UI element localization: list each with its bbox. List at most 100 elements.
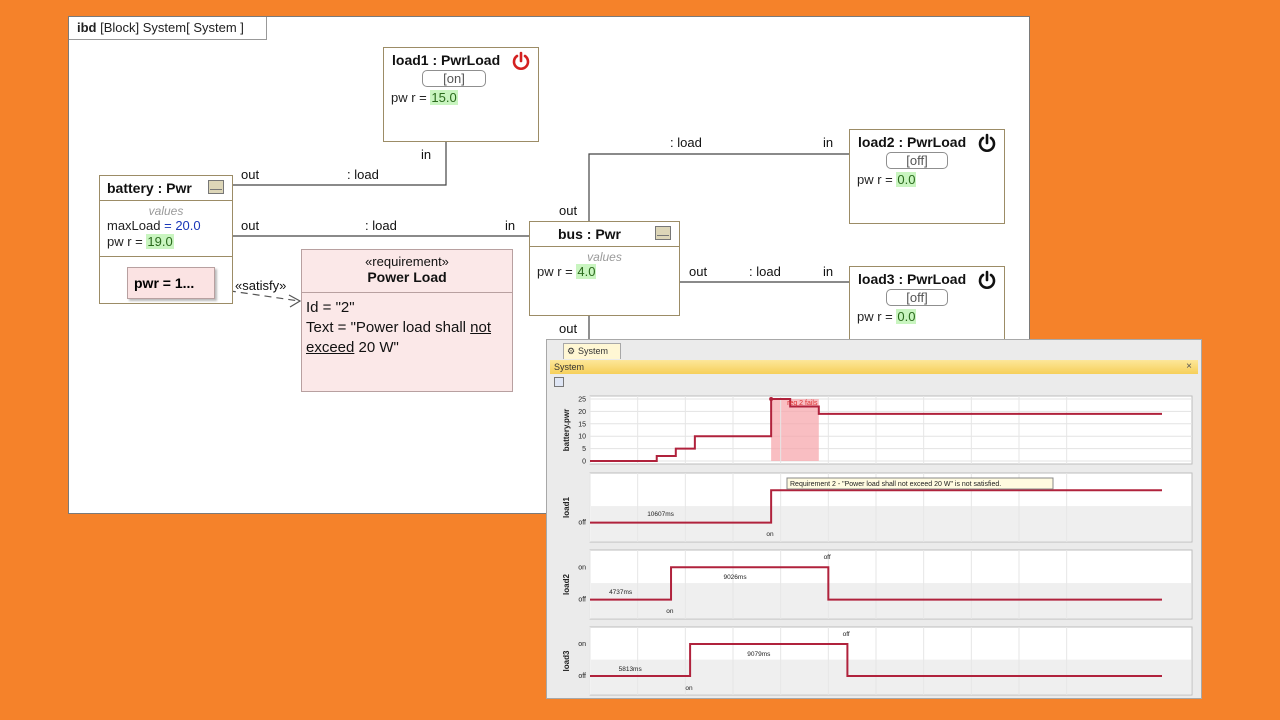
- block-battery-maxload-eq: =: [160, 218, 176, 233]
- port-label-load3-in: in: [823, 264, 834, 279]
- block-battery-pwr-prop: pw r: [107, 234, 132, 249]
- y-tick-label: 5: [582, 446, 586, 453]
- connector-label-load-4: : load: [749, 264, 781, 279]
- pwr-note-eq: =: [158, 275, 175, 291]
- connector-label-load-3: : load: [670, 135, 702, 150]
- y-tick-label: 25: [578, 397, 586, 404]
- simulation-window[interactable]: ⚙ System System × battery.pwr 0 5 10 15 20 25 r…: [546, 339, 1202, 699]
- compartment-toggle-icon[interactable]: [655, 226, 671, 240]
- requirement-text-a: Text = "Power load shall: [306, 319, 471, 336]
- block-load2-pwr-eq: =: [881, 172, 897, 187]
- y-axis-label: battery.pwr: [562, 409, 571, 452]
- state-change-label: on: [766, 531, 774, 538]
- duration-label: 10607ms: [647, 511, 674, 518]
- compartment-toggle-icon[interactable]: [208, 180, 224, 194]
- block-load3-state: [off]: [886, 289, 948, 306]
- pwr-note-prop: pwr: [134, 275, 159, 291]
- connector-label-load-2: : load: [365, 218, 397, 233]
- block-battery-maxload-prop: maxLoad: [107, 218, 161, 233]
- duration-label: 5813ms: [619, 666, 643, 673]
- block-battery-pwr-value: 19.0: [146, 234, 174, 249]
- duration-label: 9026ms: [723, 574, 747, 581]
- block-load3-pwr-value: 0.0: [896, 309, 917, 324]
- block-load1-pwr-eq: =: [415, 90, 431, 105]
- state-change-label: on: [685, 685, 693, 692]
- requirement-tooltip-text: Requirement 2 - "Power load shall not ex…: [790, 481, 1001, 488]
- block-bus-values-header: values: [587, 250, 622, 264]
- duration-label: 4737ms: [609, 589, 633, 596]
- power-on-icon[interactable]: [511, 51, 531, 71]
- block-bus[interactable]: bus : Pwr values pw r = 4.0: [529, 221, 680, 316]
- peak-point: [769, 397, 774, 401]
- block-load3-pwr-eq: =: [881, 309, 897, 324]
- timeline-plots: battery.pwr 0 5 10 15 20 25 req 2 fails load1 off…: [562, 395, 1193, 696]
- block-load3-pwr-prop: pw r: [857, 309, 882, 324]
- block-bus-pwr-value: 4.0: [576, 264, 597, 279]
- y-tick-label: 20: [578, 409, 586, 416]
- plot-frame: [589, 395, 1193, 465]
- pwr-note-value: 1...: [174, 275, 195, 291]
- pwr-value-note[interactable]: pwr = 1...: [127, 267, 215, 299]
- y-tick-label: on: [578, 641, 586, 648]
- block-load2-state: [off]: [886, 152, 948, 169]
- block-battery-values-header: values: [148, 204, 184, 218]
- requirement-power-load[interactable]: «requirement» Power Load Id = "2" Text =…: [301, 249, 513, 392]
- connector-bus-load2[interactable]: [588, 153, 849, 221]
- y-tick-label: off: [578, 520, 586, 527]
- requirement-text-b: 20 W": [354, 339, 399, 356]
- requirement-text-not: not: [470, 319, 492, 336]
- requirement-stereotype: «requirement»: [365, 254, 449, 269]
- block-battery-maxload: maxLoad = 20.0: [107, 218, 201, 233]
- requirement-id: Id = "2": [306, 299, 355, 316]
- block-load1[interactable]: load1 : PwrLoad [on] pw r = 15.0: [383, 47, 539, 142]
- block-load1-state: [on]: [422, 70, 486, 87]
- block-load1-pwr: pw r = 15.0: [391, 90, 458, 105]
- block-bus-pwr: pw r = 4.0: [537, 264, 597, 279]
- y-axis-label: load3: [562, 650, 571, 671]
- plot-panel-1: battery.pwr: [562, 395, 1193, 465]
- satisfy-arrowhead: [288, 294, 302, 308]
- block-load1-pwr-prop: pw r: [391, 90, 416, 105]
- block-bus-pwr-prop: pw r: [537, 264, 562, 279]
- requirement-text: Text = "Power load shall not exceed 20 W…: [306, 318, 510, 358]
- plot-panel-3: load2: [562, 549, 1193, 620]
- block-battery-pwr: pw r = 19.0: [107, 234, 174, 249]
- req-fail-label: req 2 fails: [787, 400, 818, 407]
- state-change-label: on: [666, 608, 674, 615]
- diagram-frame-header: ibd [Block] System[ System ]: [69, 17, 267, 40]
- port-label-battery-out-1: out: [241, 167, 260, 182]
- requirement-body: Id = "2" Text = "Power load shall not ex…: [306, 298, 510, 358]
- port-label-bus-out-top: out: [559, 203, 578, 218]
- port-label-bus-out-right: out: [689, 264, 708, 279]
- diagram-kind: ibd: [77, 20, 97, 35]
- requirement-text-exceed: exceed: [306, 339, 355, 356]
- y-tick-label: 0: [582, 459, 586, 466]
- y-axis-label: load2: [562, 574, 571, 595]
- port-label-bus-out-bottom: out: [559, 321, 578, 336]
- power-off-icon[interactable]: [977, 133, 997, 153]
- block-load1-pwr-value: 15.0: [430, 90, 458, 105]
- duration-label: 9079ms: [747, 651, 771, 658]
- port-label-load2-in: in: [823, 135, 834, 150]
- connector-label-load-1: : load: [347, 167, 379, 182]
- block-load2[interactable]: load2 : PwrLoad [off] pw r = 0.0: [849, 129, 1005, 224]
- port-label-bus-in: in: [505, 218, 516, 233]
- state-change-label: off: [843, 631, 850, 638]
- y-tick-label: off: [578, 673, 586, 680]
- block-load2-pwr-value: 0.0: [896, 172, 917, 187]
- y-axis-label: load1: [562, 497, 571, 518]
- state-change-label: off: [824, 554, 831, 561]
- block-load3-pwr: pw r = 0.0: [857, 309, 917, 324]
- y-tick-label: 15: [578, 421, 586, 428]
- y-tick-label: 10: [578, 434, 586, 441]
- connector-battery-load1[interactable]: [232, 142, 447, 186]
- satisfy-label: «satisfy»: [235, 278, 287, 293]
- block-bus-pwr-eq: =: [561, 264, 577, 279]
- req-fail-band: [771, 399, 819, 461]
- block-load2-pwr-prop: pw r: [857, 172, 882, 187]
- plot-panel-4: load3: [562, 626, 1193, 696]
- power-off-icon[interactable]: [977, 270, 997, 290]
- y-tick-label: off: [578, 597, 586, 604]
- port-label-battery-out-2: out: [241, 218, 260, 233]
- y-tick-label: on: [578, 564, 586, 571]
